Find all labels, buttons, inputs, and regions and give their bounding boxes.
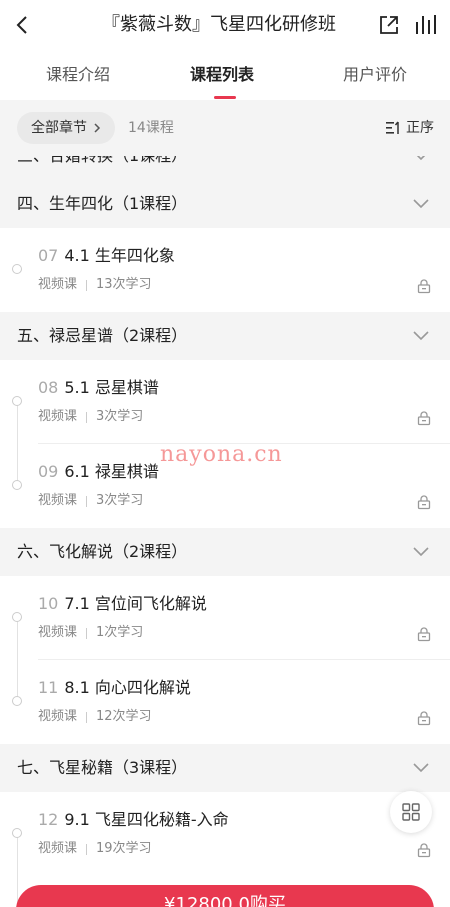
lock-icon — [417, 411, 431, 426]
meta-separator — [86, 627, 88, 639]
timeline-dot — [12, 696, 22, 706]
section-title: 六、飞化解说（2课程） — [17, 542, 188, 561]
lesson-views: 19次学习 — [96, 841, 152, 856]
lesson-title: 12 9.1 飞星四化秘籍-入命 — [38, 808, 229, 832]
lesson-number: 08 — [38, 378, 59, 397]
lesson-name: 9.1 飞星四化秘籍-入命 — [64, 810, 229, 829]
section-header[interactable]: 三、合婚转换（1课程） — [0, 156, 450, 180]
lock-icon — [417, 495, 431, 510]
watermark: nayona.cn — [160, 442, 283, 467]
lesson-name: 5.1 忌星棋谱 — [64, 378, 159, 397]
lesson-type: 视频课 — [38, 277, 78, 292]
lesson-name: 7.1 宫位间飞化解说 — [64, 594, 207, 613]
buy-button[interactable]: ¥12800.0购买 — [16, 885, 434, 907]
active-tab-indicator — [214, 96, 236, 99]
lesson-meta: 视频课 3次学习 — [38, 408, 143, 426]
lesson-number: 09 — [38, 462, 59, 481]
meta-separator — [86, 279, 88, 291]
tab-user-reviews[interactable]: 用户评价 — [343, 64, 407, 86]
chevron-down-icon — [416, 156, 426, 161]
lesson-item[interactable]: 08 5.1 忌星棋谱 视频课 3次学习 — [0, 360, 450, 444]
sort-button[interactable]: 正序 — [386, 118, 434, 138]
lesson-number: 10 — [38, 594, 59, 613]
lesson-type: 视频课 — [38, 409, 78, 424]
timeline-dot — [12, 612, 22, 622]
course-count: 14课程 — [128, 120, 174, 136]
lock-icon — [417, 711, 431, 726]
page-title: 『紫薇斗数』飞星四化研修班 — [102, 14, 336, 35]
lesson-item[interactable]: 11 8.1 向心四化解说 视频课 12次学习 — [0, 660, 450, 744]
stats-icon[interactable] — [414, 14, 438, 36]
section-header[interactable]: 六、飞化解说（2课程） — [0, 528, 450, 576]
chapter-filter-label: 全部章节 — [31, 120, 87, 136]
timeline-dot — [12, 828, 22, 838]
course-list: 三、合婚转换（1课程） 四、生年四化（1课程） 074.1 生年四化象 视频课1… — [0, 156, 450, 907]
lesson-type: 视频课 — [38, 493, 78, 508]
section-header[interactable]: 四、生年四化（1课程） — [0, 180, 450, 228]
lesson-item[interactable]: 10 7.1 宫位间飞化解说 视频课 1次学习 — [0, 576, 450, 660]
catalog-fab-button[interactable] — [390, 791, 432, 833]
lesson-title: 10 7.1 宫位间飞化解说 — [38, 592, 207, 616]
lesson-views: 3次学习 — [96, 409, 144, 424]
lesson-title: 07 4.1 生年四化象 — [38, 244, 175, 268]
lesson-number: 12 — [38, 810, 59, 829]
course-page: 『紫薇斗数』飞星四化研修班 课程介绍 课程列表 用户评价 全部章节 14课程 正… — [0, 0, 450, 907]
section-header[interactable]: 七、飞星秘籍（3课程） — [0, 744, 450, 792]
lesson-meta: 视频课 13次学习 — [38, 276, 152, 294]
lesson-item[interactable]: 12 9.1 飞星四化秘籍-入命 视频课 19次学习 — [0, 792, 450, 876]
section-title: 四、生年四化（1课程） — [17, 194, 188, 213]
back-arrow-icon[interactable] — [10, 12, 36, 38]
meta-separator — [86, 843, 88, 855]
timeline-dot — [12, 396, 22, 406]
lesson-title: 08 5.1 忌星棋谱 — [38, 376, 159, 400]
lock-icon — [417, 279, 431, 294]
meta-separator — [86, 711, 88, 723]
lesson-meta: 视频课 1次学习 — [38, 624, 143, 642]
lesson-number: 11 — [38, 678, 59, 697]
lesson-name: 8.1 向心四化解说 — [64, 678, 191, 697]
lesson-views: 12次学习 — [96, 709, 152, 724]
timeline-dot — [12, 264, 22, 274]
lesson-title: 09 6.1 禄星棋谱 — [38, 460, 159, 484]
sort-label: 正序 — [406, 120, 434, 136]
lesson-title: 11 8.1 向心四化解说 — [38, 676, 191, 700]
lesson-meta: 视频课 19次学习 — [38, 840, 152, 858]
section-title: 七、飞星秘籍（3课程） — [17, 758, 188, 777]
lesson-type: 视频课 — [38, 841, 78, 856]
lesson-name: 4.1 生年四化象 — [64, 246, 175, 265]
tab-bar: 课程介绍 课程列表 用户评价 — [0, 50, 450, 100]
meta-separator — [86, 411, 88, 423]
chevron-down-icon — [413, 331, 429, 341]
top-bar: 『紫薇斗数』飞星四化研修班 — [0, 0, 450, 50]
lesson-type: 视频课 — [38, 709, 78, 724]
section-header[interactable]: 五、禄忌星谱（2课程） — [0, 312, 450, 360]
lesson-views: 3次学习 — [96, 493, 144, 508]
lesson-type: 视频课 — [38, 625, 78, 640]
chapter-filter-button[interactable]: 全部章节 — [17, 112, 115, 144]
chevron-down-icon — [413, 547, 429, 557]
chevron-right-icon — [94, 123, 101, 133]
chevron-down-icon — [413, 763, 429, 773]
lock-icon — [417, 627, 431, 642]
sort-icon — [386, 121, 399, 134]
lesson-number: 07 — [38, 246, 59, 265]
section-title: 五、禄忌星谱（2课程） — [17, 326, 188, 345]
chevron-down-icon — [413, 199, 429, 209]
lesson-name: 6.1 禄星棋谱 — [64, 462, 159, 481]
lesson-meta: 视频课 12次学习 — [38, 708, 152, 726]
lesson-views: 1次学习 — [96, 625, 144, 640]
section-title: 三、合婚转换（1课程） — [17, 156, 187, 168]
grid-icon — [402, 803, 420, 821]
lock-icon — [417, 843, 431, 858]
meta-separator — [86, 495, 88, 507]
lesson-meta: 视频课 3次学习 — [38, 492, 143, 510]
timeline-dot — [12, 480, 22, 490]
tab-course-list[interactable]: 课程列表 — [190, 64, 254, 86]
lesson-views: 13次学习 — [96, 277, 152, 292]
tab-course-intro[interactable]: 课程介绍 — [46, 64, 110, 86]
share-icon[interactable] — [378, 14, 400, 36]
lesson-item[interactable]: 07 4.1 生年四化象 视频课 13次学习 — [0, 228, 450, 312]
